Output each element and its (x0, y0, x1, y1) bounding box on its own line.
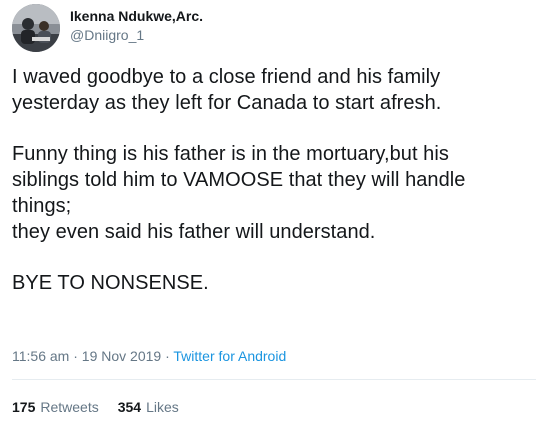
tweet-date[interactable]: 19 Nov 2019 (82, 348, 161, 364)
tweet-header: Ikenna Ndukwe,Arc. @Dniigro_1 (12, 3, 203, 53)
meta-separator: · (69, 348, 82, 364)
tweet-stats: 175 Retweets 354 Likes (12, 398, 179, 417)
author-display-name[interactable]: Ikenna Ndukwe,Arc. (70, 7, 203, 26)
tweet-source-link[interactable]: Twitter for Android (173, 348, 286, 364)
author-handle[interactable]: @Dniigro_1 (70, 26, 203, 45)
tweet-meta: 11:56 am · 19 Nov 2019 · Twitter for And… (12, 347, 286, 366)
tweet-text-line: siblings told him to VAMOOSE that they w… (12, 169, 466, 191)
tweet-time[interactable]: 11:56 am (12, 348, 69, 364)
meta-separator: · (161, 348, 174, 364)
retweets-stat[interactable]: 175 Retweets (12, 398, 99, 417)
tweet-text: I waved goodbye to a close friend and hi… (12, 64, 532, 296)
tweet-text-line: BYE TO NONSENSE. (12, 272, 209, 294)
tweet-text-line: yesterday as they left for Canada to sta… (12, 92, 442, 114)
likes-stat[interactable]: 354 Likes (118, 398, 179, 417)
tweet-text-line: I waved goodbye to a close friend and hi… (12, 66, 441, 88)
avatar[interactable] (12, 4, 60, 52)
retweets-count: 175 (12, 399, 36, 415)
likes-count: 354 (117, 399, 142, 415)
retweets-label: Retweets (40, 399, 99, 415)
divider (12, 379, 536, 380)
tweet-text-line: they even said his father will understan… (12, 221, 376, 243)
tweet-text-line: things; (12, 195, 72, 217)
likes-label: Likes (146, 399, 179, 415)
tweet-text-line: Funny thing is his father is in the mort… (12, 143, 449, 165)
tweet-card: Ikenna Ndukwe,Arc. @Dniigro_1 I waved go… (0, 0, 536, 429)
author-names: Ikenna Ndukwe,Arc. @Dniigro_1 (70, 2, 203, 50)
